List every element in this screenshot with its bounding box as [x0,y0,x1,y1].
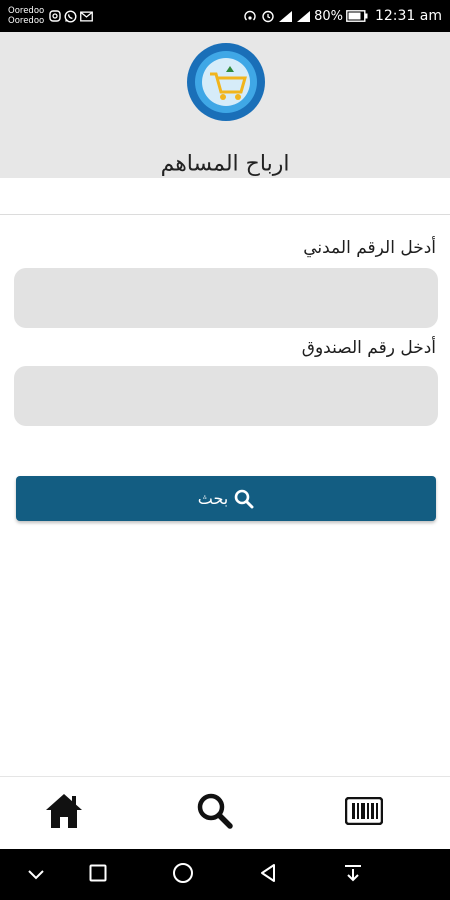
search-icon [234,489,254,509]
header-divider [0,214,450,215]
clock: 12:31 am [374,8,442,24]
box-number-input[interactable] [14,366,438,426]
carrier-2: Ooredoo [8,16,45,26]
recent-apps-button[interactable] [86,863,110,887]
email-icon [80,10,94,23]
notification-pull-button[interactable] [341,863,365,887]
home-icon [44,792,84,834]
signal-icon-2 [296,10,311,23]
hotspot-icon [242,9,258,23]
nav-barcode[interactable] [342,791,386,835]
triangle-back-icon [258,863,278,887]
nav-search[interactable] [193,791,237,835]
notification-icons [48,9,94,23]
civil-id-label: أدخل الرقم المدني [303,238,436,258]
search-button[interactable]: بحث [16,476,436,521]
cooperative-society-logo [186,42,266,122]
status-bar: Ooredoo Ooredoo 80% 12:31 am [0,0,450,32]
box-number-label: أدخل رقم الصندوق [301,338,436,358]
alarm-icon [261,9,275,23]
carrier-1: Ooredoo [8,6,45,16]
app-header: ارباح المساهم [0,32,450,178]
civil-id-input[interactable] [14,268,438,328]
search-button-label: بحث [197,489,229,508]
nav-home[interactable] [42,791,86,835]
circle-icon [172,862,194,888]
bottom-nav [0,776,450,848]
battery-percent: 80% [314,8,343,24]
system-nav-bar [0,849,450,900]
status-right: 80% 12:31 am [242,8,442,24]
camera-notification-icon [48,10,61,23]
signal-icon-1 [278,10,293,23]
whatsapp-icon [64,9,77,23]
battery-icon [346,10,368,22]
collapse-button[interactable] [24,863,48,887]
barcode-icon [344,796,384,829]
chevron-down-icon [27,866,45,885]
carrier-names: Ooredoo Ooredoo [8,6,44,26]
search-icon [196,792,234,834]
page-title: ارباح المساهم [160,151,290,177]
pull-down-icon [343,863,363,887]
back-button[interactable] [256,863,280,887]
square-icon [89,864,107,886]
app-screen: Ooredoo Ooredoo 80% 12:31 am ارباح المسا… [0,0,450,900]
home-button[interactable] [171,863,195,887]
